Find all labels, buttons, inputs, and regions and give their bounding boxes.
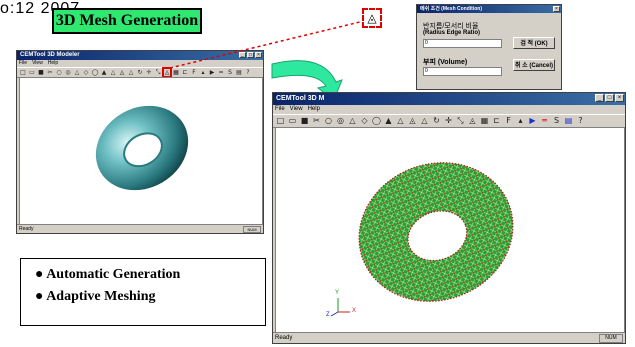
large-menu-file[interactable]: File [275,105,285,114]
large-status-num: NUM [599,334,623,343]
axis-x-label: X [352,308,357,314]
font-icon[interactable]: F [503,115,514,127]
mesh-condition-dialog: 메쉬 조건 (Mesh Condition) × 반지름/모서리 비율 (Rad… [416,4,562,90]
cut-icon[interactable]: ✂ [311,115,322,127]
axis-z-label: Z [326,312,330,318]
cylinder-icon[interactable]: ◎ [335,115,346,127]
mesh-generate-zoom-icon: ◬ [367,11,377,25]
large-statusbar: Ready NUM [273,332,625,343]
extrude-icon[interactable]: ▲ [383,115,394,127]
box-icon[interactable]: ◇ [359,115,370,127]
feature-item: ● Automatic Generation [35,267,181,282]
new-file-icon[interactable]: □ [275,115,286,127]
large-status-text: Ready [275,335,293,341]
feature-adaptive-meshing: Adaptive Meshing [46,289,156,304]
large-mesh-window: CEMTool 3D M _ □ × File View Help □ ▭ ■ … [272,92,626,344]
large-viewport[interactable]: Y Z X [275,127,625,333]
open-folder-icon[interactable]: ▭ [287,115,298,127]
feature-list: ● Automatic Generation ● Adaptive Meshin… [20,258,266,326]
cancel-button[interactable]: 취 소 (Cancel) [513,59,555,71]
revolve-icon[interactable]: ◬ [407,115,418,127]
axis-triad [330,298,350,317]
large-menu-help[interactable]: Help [308,105,320,114]
loft-icon[interactable]: △ [419,115,430,127]
solver-icon[interactable]: S [551,115,562,127]
move-icon[interactable]: ✛ [443,115,454,127]
large-maximize-button[interactable]: □ [605,94,614,102]
mesh-icon-zoom: ◬ [362,8,382,28]
table-icon[interactable]: ▤ [563,115,574,127]
large-window-titlebar: CEMTool 3D M _ □ × [273,93,625,105]
help-icon[interactable]: ? [575,115,586,127]
large-toolbar: □ ▭ ■ ✂ ○ ◎ △ ◇ ◯ ▲ △ ◬ △ ↻ ✛ ⤡ ◬ ▦ ⊏ F … [273,114,625,128]
large-window-title: CEMTool 3D M [276,95,325,102]
torus-icon[interactable]: ◯ [371,115,382,127]
feature-item: ● Adaptive Meshing [35,289,156,304]
dialog-titlebar: 메쉬 조건 (Mesh Condition) × [417,5,561,13]
mesh-generate-icon[interactable]: ◬ [467,115,478,127]
large-menubar: File View Help [273,105,625,114]
boundary-icon[interactable]: ⊏ [491,115,502,127]
large-menu-view[interactable]: View [290,105,303,114]
volume-input[interactable]: 0 [423,67,502,76]
grid-icon[interactable]: ▦ [479,115,490,127]
save-icon[interactable]: ■ [299,115,310,127]
axis-y-label: Y [335,290,340,296]
large-close-button[interactable]: × [615,94,624,102]
volume-label: 부피 (Volume) [423,59,468,66]
large-minimize-button[interactable]: _ [595,94,604,102]
cone-icon[interactable]: △ [347,115,358,127]
feature-automatic-generation: Automatic Generation [46,267,181,282]
run-icon[interactable]: ▶ [527,115,538,127]
rotate-icon[interactable]: ↻ [431,115,442,127]
scale-icon[interactable]: ⤡ [455,115,466,127]
dialog-title: 메쉬 조건 (Mesh Condition) [420,6,483,12]
radius-input[interactable]: 0 [423,39,502,48]
material-icon[interactable]: ▴ [515,115,526,127]
ok-button[interactable]: 검 적 (OK) [513,37,555,49]
sweep-icon[interactable]: △ [395,115,406,127]
sphere-icon[interactable]: ○ [323,115,334,127]
field-icon[interactable]: ═ [539,115,550,127]
radius-label-en: (Radius Edge Ratio) [423,30,481,36]
dialog-close-button[interactable]: × [553,6,560,12]
